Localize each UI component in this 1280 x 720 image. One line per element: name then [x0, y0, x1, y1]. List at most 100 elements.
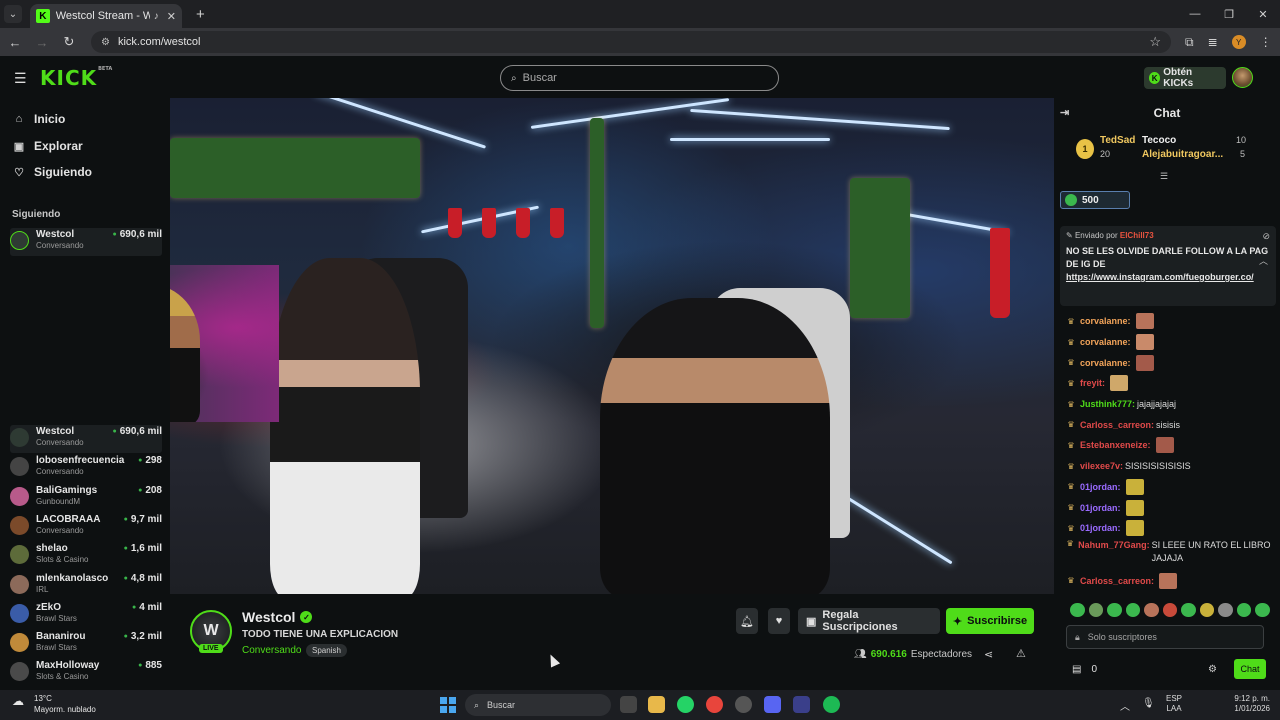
obs-icon[interactable] [735, 696, 752, 713]
pinned-link[interactable]: https://www.instagram.com/fuegoburger.co… [1066, 271, 1270, 284]
app-icon[interactable] [793, 696, 810, 713]
emote-icon[interactable] [1236, 603, 1252, 617]
notification-bell-button[interactable]: 🔔︎ [736, 608, 758, 634]
tab-search-button[interactable]: ⌄ [4, 5, 22, 23]
video-player[interactable] [170, 98, 1054, 594]
sidebar-channel[interactable]: LACOBRAAAConversando 9,7 mil [10, 513, 162, 541]
share-icon[interactable]: ⋖ [984, 648, 993, 661]
stream-category[interactable]: Conversando [242, 645, 301, 656]
streamer-name[interactable]: Westcol ✓ [242, 609, 313, 625]
emote-icon[interactable] [1199, 603, 1215, 617]
whatsapp-icon[interactable] [677, 696, 694, 713]
emote-icon[interactable] [1088, 603, 1104, 617]
menu-icon[interactable]: ☰ [14, 70, 27, 87]
chat-username[interactable]: freyit: [1080, 378, 1105, 388]
sidebar-channel[interactable]: BananirouBrawl Stars 3,2 mil [10, 630, 162, 658]
emote-icon[interactable] [1107, 603, 1122, 617]
emote-icon[interactable] [1162, 603, 1178, 617]
chat-username[interactable]: Justhink777: [1080, 399, 1135, 409]
media-icon[interactable]: ≣ [1208, 35, 1218, 49]
start-button[interactable] [440, 697, 456, 713]
sidebar-channel[interactable]: MaxHollowaySlots & Casino 885 [10, 659, 162, 687]
language-tag[interactable]: Spanish [306, 644, 347, 657]
chat-username[interactable]: Nahum_77Gang: [1078, 539, 1150, 552]
second-gifter-name[interactable]: Tecoco [1142, 135, 1176, 146]
chevron-up-icon[interactable]: ︿ [1120, 698, 1130, 713]
expand-gifters-icon[interactable]: ☰ [1160, 171, 1168, 182]
get-kicks-button[interactable]: K Obtén KICKs [1144, 67, 1226, 89]
user-avatar[interactable] [1232, 67, 1253, 88]
sidebar-channel[interactable]: BaliGamingsGunboundM 208 [10, 484, 162, 512]
report-icon[interactable]: ⚠ [1016, 647, 1026, 660]
chat-username[interactable]: Carloss_carreon: [1080, 420, 1154, 430]
chat-username[interactable]: 01jordan: [1080, 503, 1121, 513]
emote-icon[interactable] [1125, 603, 1141, 617]
kicks-goal[interactable]: 500 [1060, 191, 1130, 209]
clock[interactable]: 9:12 p. m. 1/01/2026 [1228, 694, 1270, 714]
minimize-icon[interactable]: — [1178, 0, 1212, 28]
chat-settings-icon[interactable]: ⚙ [1208, 664, 1217, 675]
microphone-icon[interactable]: 🎙︎ [1142, 698, 1155, 713]
top-gifter-name[interactable]: TedSad [1100, 135, 1135, 146]
chat-points[interactable]: ▤ 0 [1072, 664, 1097, 675]
pinned-by-user[interactable]: ElChill73 [1120, 231, 1154, 240]
sidebar-item-inicio[interactable]: ⌂ Inicio [12, 112, 66, 126]
task-view-icon[interactable] [620, 696, 637, 713]
sidebar-channel[interactable]: WestcolConversando 690,6 mil [10, 425, 162, 453]
browser-tab[interactable]: K Westcol Stream - Watch Live ♪ ✕ [30, 4, 182, 28]
gift-subs-button[interactable]: ▣ Regala Suscripciones [798, 608, 940, 634]
speaker-icon[interactable]: ♪ [154, 11, 159, 22]
reload-icon[interactable]: ↻ [57, 34, 81, 50]
emote-icon[interactable] [1218, 603, 1233, 617]
site-info-icon[interactable]: ⚙ [101, 37, 110, 48]
chat-input[interactable]: 🔒︎ Solo suscriptores [1066, 625, 1264, 649]
bookmark-star-icon[interactable]: ☆ [1149, 34, 1161, 50]
restore-icon[interactable]: ❐ [1212, 0, 1246, 28]
extensions-icon[interactable]: ⧉ [1185, 35, 1194, 50]
profile-avatar[interactable]: Y [1231, 35, 1246, 49]
emote-icon[interactable] [1144, 603, 1159, 617]
taskbar-search[interactable]: ⌕ Buscar [465, 694, 611, 716]
chevron-up-icon[interactable]: ︿ [1259, 254, 1268, 267]
weather-widget[interactable]: ☁ 13°C Mayorm. nublado [12, 693, 96, 715]
chat-username[interactable]: Carloss_carreon: [1080, 576, 1154, 586]
third-gifter-name[interactable]: Alejabuitragoar... [1142, 149, 1230, 160]
emote-icon[interactable] [1255, 603, 1271, 617]
language-indicator[interactable]: ESP LAA [1166, 694, 1182, 714]
sidebar-channel[interactable]: zEkOBrawl Stars 4 mil [10, 601, 162, 629]
chat-username[interactable]: corvalanne: [1080, 316, 1131, 326]
new-tab-icon[interactable]: + [196, 6, 205, 23]
chat-username[interactable]: corvalanne: [1080, 337, 1131, 347]
close-tab-icon[interactable]: ✕ [167, 10, 176, 23]
send-chat-button[interactable]: Chat [1234, 659, 1266, 679]
chat-username[interactable]: Estebanxeneize: [1080, 440, 1151, 450]
channel-name: BaliGamings [36, 484, 98, 496]
emote-icon[interactable] [1070, 603, 1085, 617]
search-input[interactable]: ⌕ Buscar [500, 65, 779, 91]
chat-username[interactable]: vilexee7v: [1080, 461, 1123, 471]
unpin-icon[interactable]: ⊘ [1262, 231, 1270, 242]
url-field[interactable]: ⚙ kick.com/westcol ☆ [91, 31, 1171, 53]
sidebar-channel[interactable]: lobosenfrecuenciaConversando 298 [10, 454, 162, 482]
browser-menu-icon[interactable]: ⋮ [1260, 35, 1272, 49]
forward-icon[interactable]: → [30, 35, 54, 50]
sidebar-item-explorar[interactable]: ▣ Explorar [12, 139, 83, 153]
chat-username[interactable]: 01jordan: [1080, 523, 1121, 533]
sidebar-channel[interactable]: mlenkanolascoIRL 4,8 mil [10, 572, 162, 600]
file-explorer-icon[interactable] [648, 696, 665, 713]
chrome-icon[interactable] [706, 696, 723, 713]
chat-username[interactable]: corvalanne: [1080, 358, 1131, 368]
following-channel-westcol[interactable]: Westcol Conversando 690,6 mil [10, 228, 162, 256]
follow-button[interactable]: ♥ [768, 608, 790, 634]
collapse-chat-icon[interactable]: ⇥ [1060, 106, 1069, 119]
discord-icon[interactable] [764, 696, 781, 713]
subscribe-button[interactable]: ✦ Suscribirse [946, 608, 1034, 634]
sidebar-item-siguiendo[interactable]: ♡ Siguiendo [12, 165, 92, 179]
sidebar-channel[interactable]: shelaoSlots & Casino 1,6 mil [10, 542, 162, 570]
close-window-icon[interactable]: ✕ [1246, 0, 1280, 28]
back-icon[interactable]: ← [3, 35, 27, 50]
emote-icon[interactable] [1181, 603, 1196, 617]
kick-logo[interactable]: KICKBETA [40, 66, 112, 90]
spotify-icon[interactable] [823, 696, 840, 713]
chat-username[interactable]: 01jordan: [1080, 482, 1121, 492]
